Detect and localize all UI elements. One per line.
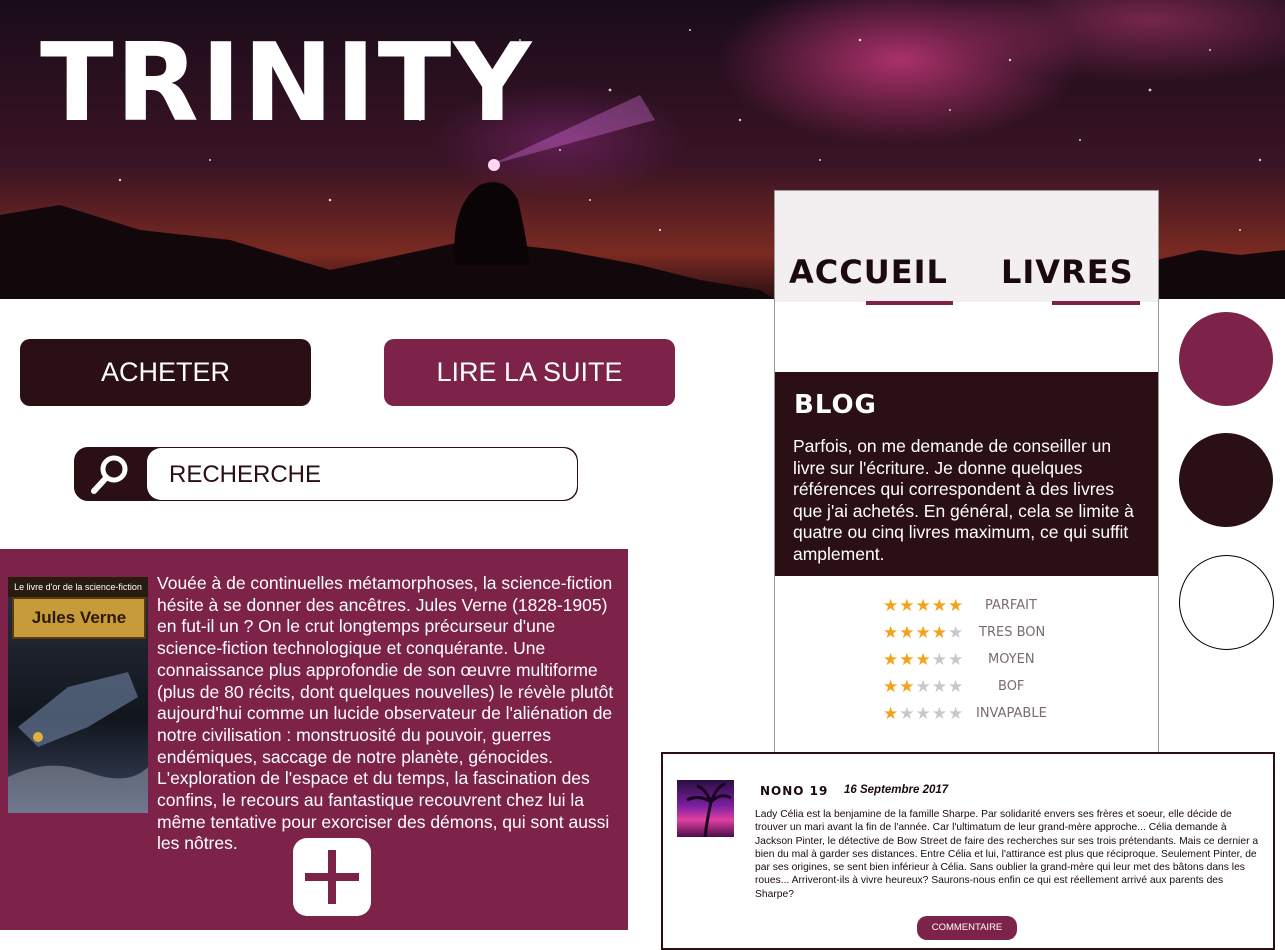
rating-row[interactable]: ★★★★★ BOF <box>875 677 1075 701</box>
rating-row[interactable]: ★★★★★ TRES BON <box>875 623 1075 647</box>
nav-underline-livres <box>1052 301 1140 305</box>
main-navigation: ACCUEIL LIVRES <box>775 191 1158 305</box>
comment-button[interactable]: COMMENTAIRE <box>917 916 1017 940</box>
blog-text: Parfois, on me demande de conseiller un … <box>793 436 1134 564</box>
search-icon[interactable] <box>88 451 134 497</box>
star-rating-icon: ★★★★★ <box>883 704 965 724</box>
read-more-button[interactable]: LIRE LA SUITE <box>384 339 675 406</box>
rating-label: INVAPABLE <box>976 706 1047 721</box>
comment-text: Lady Célia est la benjamine de la famill… <box>755 809 1259 900</box>
search-placeholder: RECHERCHE <box>169 461 322 488</box>
nav-item-accueil[interactable]: ACCUEIL <box>789 253 948 291</box>
buy-button[interactable]: ACHETER <box>20 339 311 406</box>
swatch-light <box>1179 555 1274 650</box>
rating-row[interactable]: ★★★★★ PARFAIT <box>875 596 1075 620</box>
nav-underline-accueil <box>866 301 953 305</box>
rating-row[interactable]: ★★★★★ INVAPABLE <box>875 704 1075 728</box>
star-rating-icon: ★★★★★ <box>883 677 965 697</box>
comment-author: NONO 19 <box>760 784 829 798</box>
article-text: Vouée à de continuelles métamorphoses, l… <box>157 573 614 854</box>
plus-icon[interactable] <box>293 838 371 916</box>
avatar <box>677 780 734 838</box>
rating-row[interactable]: ★★★★★ MOYEN <box>875 650 1075 674</box>
blog-title: BLOG <box>794 390 877 420</box>
side-panel: ACCUEIL LIVRES BLOG Parfois, on me deman… <box>774 190 1159 757</box>
blog-section: BLOG Parfois, on me demande de conseille… <box>775 372 1158 576</box>
swatch-primary <box>1179 312 1273 406</box>
rating-label: PARFAIT <box>985 598 1037 613</box>
rating-label: BOF <box>998 679 1025 694</box>
book-cover[interactable]: Le livre d'or de la science-fiction Jule… <box>8 577 148 813</box>
search-bar[interactable]: RECHERCHE <box>74 447 578 501</box>
palm-tree-icon <box>686 782 732 838</box>
star-rating-icon: ★★★★★ <box>883 650 965 670</box>
star-rating-icon: ★★★★★ <box>883 623 965 643</box>
star-rating-icon: ★★★★★ <box>883 596 965 616</box>
nav-item-livres[interactable]: LIVRES <box>1001 253 1134 291</box>
swatch-dark <box>1179 433 1273 527</box>
site-logo: TRINITY <box>40 21 534 146</box>
rating-label: TRES BON <box>979 625 1046 640</box>
cover-illustration <box>8 672 148 813</box>
comment-date: 16 Septembre 2017 <box>844 784 949 796</box>
rating-label: MOYEN <box>988 652 1035 667</box>
comment-card: NONO 19 16 Septembre 2017 Lady Célia est… <box>661 752 1275 950</box>
